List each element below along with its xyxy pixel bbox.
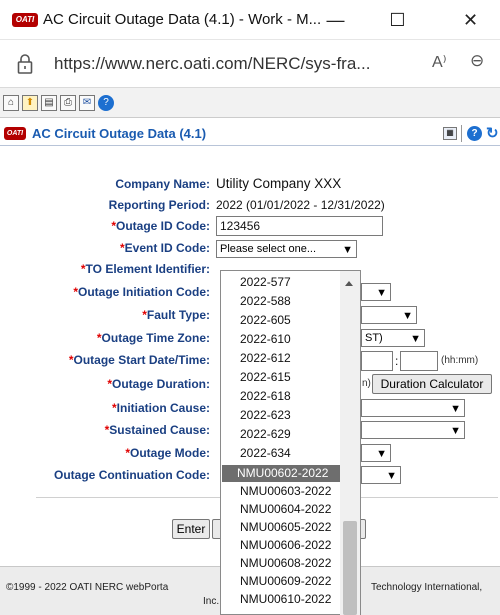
initiation-cause-label: *Initiation Cause:: [111, 401, 210, 415]
time-zone-select[interactable]: ST) ▼: [361, 329, 425, 347]
scroll-up-icon[interactable]: [345, 281, 353, 286]
sustained-cause-label: *Sustained Cause:: [104, 423, 210, 437]
chevron-down-icon: ▼: [376, 287, 387, 299]
chevron-down-icon: ▼: [410, 333, 421, 345]
read-aloud-icon[interactable]: A⁾: [432, 52, 447, 72]
dropdown-option[interactable]: NMU00605-2022: [240, 520, 331, 534]
app-header: OATI AC Circuit Outage Data (4.1) ▦ ? ↻: [0, 122, 500, 146]
outage-id-input[interactable]: 123456: [216, 216, 383, 236]
outage-mode-label: *Outage Mode:: [125, 446, 210, 460]
mail-icon[interactable]: ✉: [79, 94, 95, 111]
refresh-icon[interactable]: ↻: [486, 124, 499, 142]
dropdown-option[interactable]: 2022-605: [240, 313, 291, 327]
continuation-code-label: Outage Continuation Code:: [54, 468, 210, 482]
help-icon[interactable]: ?: [98, 94, 114, 111]
chevron-down-icon: ▼: [450, 425, 461, 437]
initiation-cause-select[interactable]: ▼: [361, 399, 465, 417]
sustained-cause-select[interactable]: ▼: [361, 421, 465, 439]
calendar-icon[interactable]: ▦: [443, 127, 457, 140]
dropdown-option[interactable]: NMU00606-2022: [240, 538, 331, 552]
print-icon[interactable]: ⎙: [60, 94, 76, 111]
event-id-label: *Event ID Code:: [119, 241, 210, 255]
start-date-input[interactable]: [361, 351, 393, 371]
duration-label: *Outage Duration:: [107, 377, 210, 391]
dropdown-option[interactable]: 2022-623: [240, 408, 291, 422]
start-time-input[interactable]: [400, 351, 438, 371]
chevron-down-icon: ▼: [386, 470, 397, 482]
chevron-down-icon: ▼: [402, 310, 413, 322]
outage-id-label: *Outage ID Code:: [111, 219, 210, 233]
scrollbar-thumb[interactable]: [343, 521, 357, 615]
fault-type-select[interactable]: ▼: [361, 306, 417, 324]
dropdown-option[interactable]: NMU00603-2022: [240, 484, 331, 498]
lock-icon[interactable]: [16, 53, 34, 75]
to-element-label: *TO Element Identifier:: [80, 262, 210, 276]
event-id-select[interactable]: Please select one... ▼: [216, 240, 357, 258]
dropdown-option[interactable]: 2022-610: [240, 332, 291, 346]
dropdown-scrollbar[interactable]: [340, 271, 360, 615]
fault-type-label: *Fault Type:: [142, 308, 210, 322]
reporting-period-value: 2022 (01/01/2022 - 12/31/2022): [216, 198, 385, 212]
duration-calculator-button[interactable]: Duration Calculator: [372, 374, 492, 394]
initiation-code-label: *Outage Initiation Code:: [73, 285, 210, 299]
copy-icon[interactable]: ▤: [41, 94, 57, 111]
duration-hint: n): [362, 378, 371, 389]
continuation-code-select[interactable]: ▼: [361, 466, 401, 484]
maximize-button[interactable]: ☐: [375, 0, 420, 40]
help-icon[interactable]: ?: [467, 126, 482, 141]
oati-logo: OATI: [12, 12, 38, 27]
oati-logo: OATI: [4, 127, 26, 140]
dropdown-option[interactable]: NMU00610-2022: [240, 592, 331, 606]
chevron-down-icon: ▼: [450, 403, 461, 415]
time-zone-label: *Outage Time Zone:: [96, 331, 210, 345]
company-suffix: Inc.: [203, 596, 220, 607]
app-toolbar: ⌂ ⬆ ▤ ⎙ ✉ ?: [0, 88, 500, 118]
dropdown-option[interactable]: 2022-588: [240, 294, 291, 308]
start-datetime-label: *Outage Start Date/Time:: [68, 353, 210, 367]
window-title-bar: OATI AC Circuit Outage Data (4.1) - Work…: [0, 0, 500, 40]
chevron-down-icon: ▼: [342, 244, 353, 256]
dropdown-option[interactable]: NMU00608-2022: [240, 556, 331, 570]
address-bar: https://www.nerc.oati.com/NERC/sys-fra..…: [0, 40, 500, 88]
company-name-value: Utility Company XXX: [216, 176, 342, 191]
divider: [461, 125, 462, 142]
dropdown-option[interactable]: NMU00609-2022: [240, 574, 331, 588]
outage-mode-select[interactable]: ▼: [361, 444, 391, 462]
company-name-label: Company Name:: [115, 177, 210, 191]
time-separator: :: [395, 354, 399, 368]
up-arrow-icon[interactable]: ⬆: [22, 94, 38, 111]
page-title: AC Circuit Outage Data (4.1): [32, 126, 207, 141]
dropdown-option[interactable]: 2022-612: [240, 351, 291, 365]
dropdown-option[interactable]: 2022-618: [240, 389, 291, 403]
url-field[interactable]: https://www.nerc.oati.com/NERC/sys-fra..…: [54, 54, 370, 74]
dropdown-option-selected[interactable]: NMU00602-2022: [222, 465, 342, 482]
dropdown-option[interactable]: 2022-615: [240, 370, 291, 384]
copyright-text: ©1999 - 2022 OATI NERC webPorta: [6, 582, 169, 593]
enter-button[interactable]: Enter: [172, 519, 210, 539]
close-button[interactable]: ✕: [448, 0, 493, 40]
dropdown-option[interactable]: 2022-634: [240, 446, 291, 460]
reporting-period-label: Reporting Period:: [108, 198, 210, 212]
company-text: Technology International,: [371, 582, 483, 593]
minimize-button[interactable]: —: [313, 0, 358, 40]
zoom-icon[interactable]: ⊖: [470, 51, 484, 71]
initiation-code-select[interactable]: ▼: [361, 283, 391, 301]
time-format-hint: (hh:mm): [441, 355, 479, 366]
dropdown-option[interactable]: 2022-577: [240, 275, 291, 289]
chevron-down-icon: ▼: [376, 448, 387, 460]
dropdown-option[interactable]: 2022-629: [240, 427, 291, 441]
dropdown-option[interactable]: NMU00604-2022: [240, 502, 331, 516]
home-icon[interactable]: ⌂: [3, 94, 19, 111]
